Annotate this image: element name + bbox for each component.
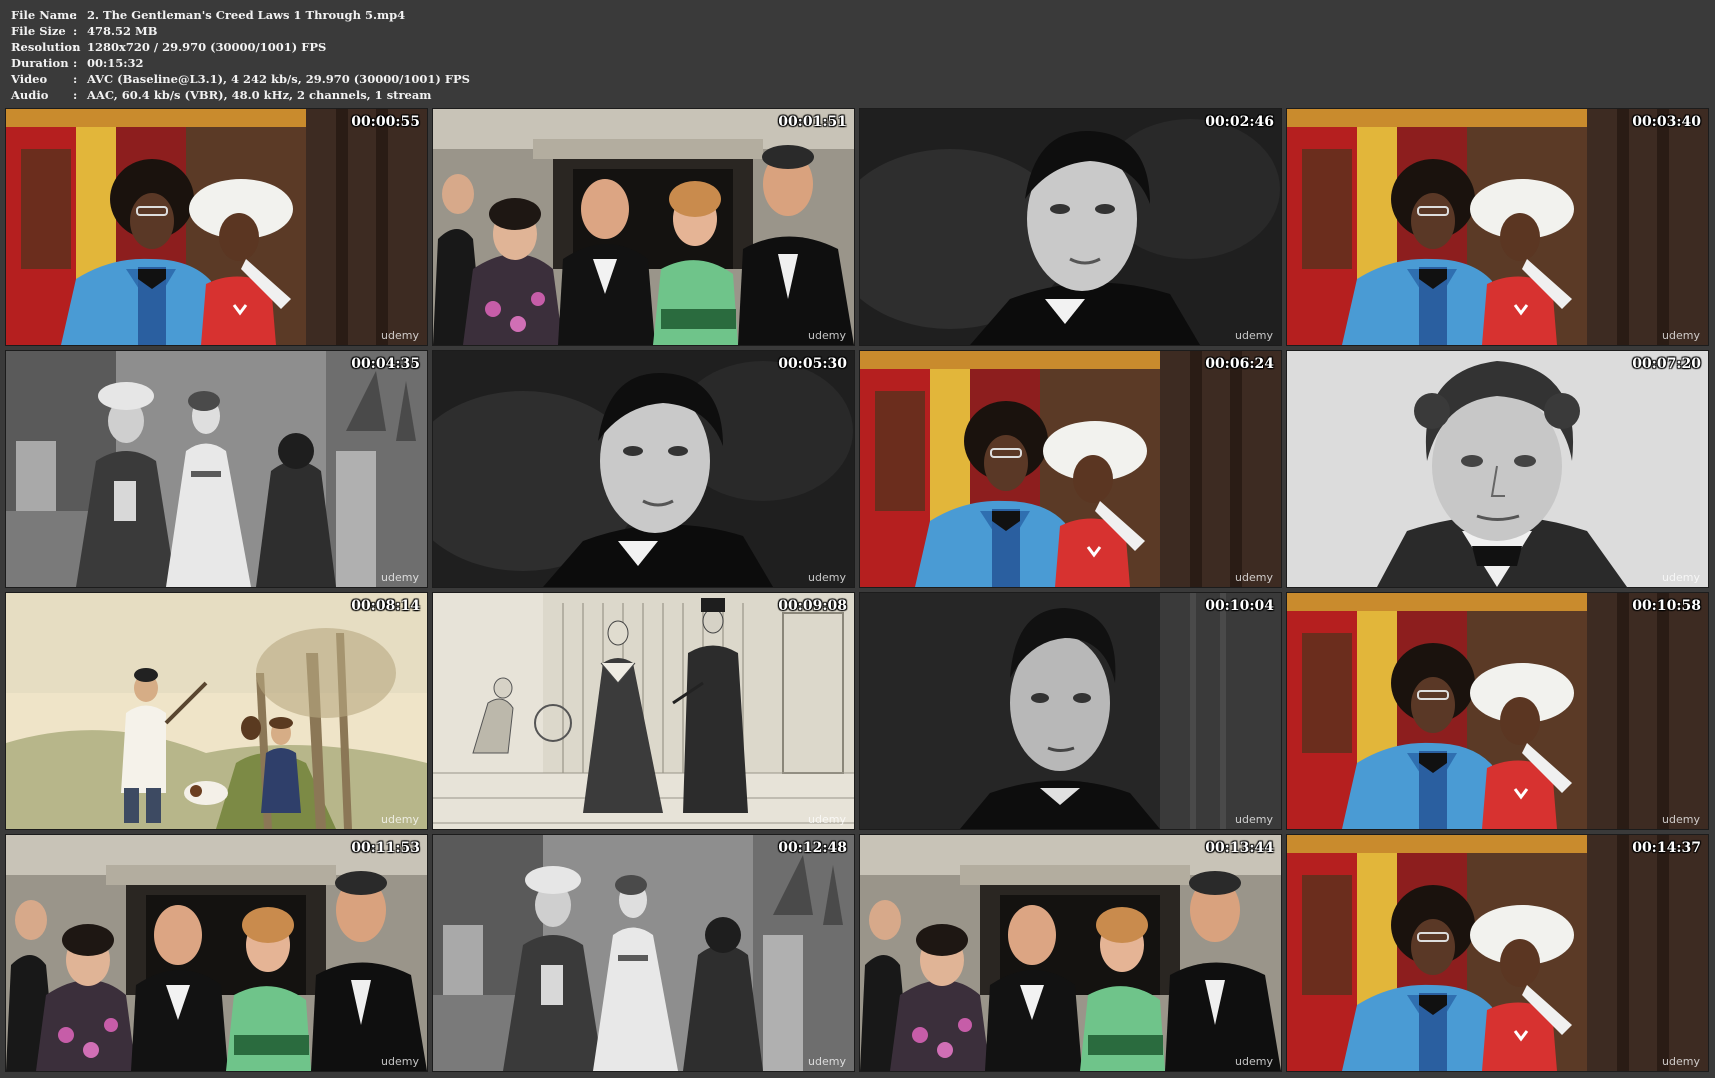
thumbnail-frame: 00:04:35 udemy (5, 350, 428, 588)
thumbnail-timestamp: 00:06:24 (1205, 356, 1274, 372)
thumbnail-timestamp: 00:14:37 (1632, 840, 1701, 856)
watermark-logo: udemy (381, 571, 419, 584)
thumbnail-frame: 00:10:04 udemy (859, 592, 1282, 830)
info-label: Video (11, 72, 48, 86)
thumbnail-timestamp: 00:13:44 (1205, 840, 1274, 856)
thumbnail-timestamp: 00:00:55 (351, 114, 420, 130)
thumbnail-timestamp: 00:02:46 (1205, 114, 1274, 130)
info-row-resolution: Resolution : 1280x720 / 29.970 (30000/10… (11, 39, 470, 55)
info-separator: : (73, 24, 78, 38)
thumbnail-frame: 00:10:58 udemy (1286, 592, 1709, 830)
info-value: 1280x720 / 29.970 (30000/1001) FPS (87, 40, 327, 54)
couple-scene-image (1287, 109, 1708, 345)
watermark-logo: udemy (381, 813, 419, 826)
info-separator: : (73, 40, 78, 54)
watermark-logo: udemy (1662, 571, 1700, 584)
media-info-panel: File Name : 2. The Gentleman's Creed Law… (11, 7, 470, 103)
thumbnail-timestamp: 00:01:51 (778, 114, 847, 130)
thumbnail-frame: 00:13:44 udemy (859, 834, 1282, 1072)
watermark-logo: udemy (808, 329, 846, 342)
watermark-logo: udemy (808, 1055, 846, 1068)
watermark-logo: udemy (1235, 1055, 1273, 1068)
thumbnail-frame: 00:01:51 udemy (432, 108, 855, 346)
thumbnail-timestamp: 00:12:48 (778, 840, 847, 856)
thumbnail-frame: 00:09:08 udemy (432, 592, 855, 830)
thumbnail-frame: 00:02:46 udemy (859, 108, 1282, 346)
thumbnail-timestamp: 00:10:58 (1632, 598, 1701, 614)
thumbnail-frame: 00:12:48 udemy (432, 834, 855, 1072)
thumbnail-timestamp: 00:09:08 (778, 598, 847, 614)
watermark-logo: udemy (808, 571, 846, 584)
thumbnail-frame: 00:03:40 udemy (1286, 108, 1709, 346)
thumbnail-timestamp: 00:11:53 (351, 840, 420, 856)
thumbnail-timestamp: 00:07:20 (1632, 356, 1701, 372)
bw-portrait-image (860, 109, 1281, 345)
watermark-logo: udemy (1235, 571, 1273, 584)
info-separator: : (73, 88, 78, 102)
info-value: 2. The Gentleman's Creed Laws 1 Through … (87, 8, 406, 22)
info-row-audio: Audio : AAC, 60.4 kb/s (VBR), 48.0 kHz, … (11, 87, 470, 103)
engraving-figures-image (6, 351, 427, 587)
watermark-logo: udemy (1235, 329, 1273, 342)
thumbnail-frame: 00:07:20 udemy (1286, 350, 1709, 588)
group-photo-image (6, 835, 427, 1071)
thumbnail-timestamp: 00:10:04 (1205, 598, 1274, 614)
watermark-logo: udemy (808, 813, 846, 826)
info-row-file-name: File Name : 2. The Gentleman's Creed Law… (11, 7, 470, 23)
thumbnail-frame: 00:05:30 udemy (432, 350, 855, 588)
couple-scene-image (1287, 835, 1708, 1071)
thumbnail-timestamp: 00:05:30 (778, 356, 847, 372)
info-row-file-size: File Size : 478.52 MB (11, 23, 470, 39)
thumbnail-frame: 00:14:37 udemy (1286, 834, 1709, 1072)
engraving-figures-image (433, 835, 854, 1071)
couple-scene-image (6, 109, 427, 345)
info-value: 00:15:32 (87, 56, 144, 70)
watermark-logo: udemy (381, 329, 419, 342)
watercolor-hunter-image (6, 593, 427, 829)
thumbnail-frame: 00:06:24 udemy (859, 350, 1282, 588)
info-label: Duration (11, 56, 69, 70)
thumbnail-timestamp: 00:04:35 (351, 356, 420, 372)
watermark-logo: udemy (1662, 813, 1700, 826)
info-label: File Size (11, 24, 66, 38)
info-row-video: Video : AVC (Baseline@L3.1), 4 242 kb/s,… (11, 71, 470, 87)
thumbnail-frame: 00:00:55 udemy (5, 108, 428, 346)
info-label: Audio (11, 88, 49, 102)
engraving-portrait-image (1287, 351, 1708, 587)
info-value: AAC, 60.4 kb/s (VBR), 48.0 kHz, 2 channe… (87, 88, 432, 102)
bw-portrait-young-image (860, 593, 1281, 829)
info-row-duration: Duration : 00:15:32 (11, 55, 470, 71)
thumbnail-frame: 00:08:14 udemy (5, 592, 428, 830)
group-photo-image (860, 835, 1281, 1071)
info-separator: : (73, 72, 78, 86)
couple-scene-image (860, 351, 1281, 587)
bw-portrait-image (433, 351, 854, 587)
thumbnail-grid: 00:00:55 udemy 00:01:51 udemy 00:02:46 u… (5, 108, 1712, 1072)
watermark-logo: udemy (1235, 813, 1273, 826)
info-separator: : (73, 8, 78, 22)
thumbnail-frame: 00:11:53 udemy (5, 834, 428, 1072)
watermark-logo: udemy (1662, 329, 1700, 342)
watermark-logo: udemy (381, 1055, 419, 1068)
info-separator: : (73, 56, 78, 70)
group-photo-image (433, 109, 854, 345)
info-label: Resolution (11, 40, 81, 54)
couple-scene-image (1287, 593, 1708, 829)
sketch-street-image (433, 593, 854, 829)
thumbnail-timestamp: 00:03:40 (1632, 114, 1701, 130)
thumbnail-timestamp: 00:08:14 (351, 598, 420, 614)
info-value: AVC (Baseline@L3.1), 4 242 kb/s, 29.970 … (87, 72, 470, 86)
info-value: 478.52 MB (87, 24, 158, 38)
info-label: File Name (11, 8, 77, 22)
watermark-logo: udemy (1662, 1055, 1700, 1068)
